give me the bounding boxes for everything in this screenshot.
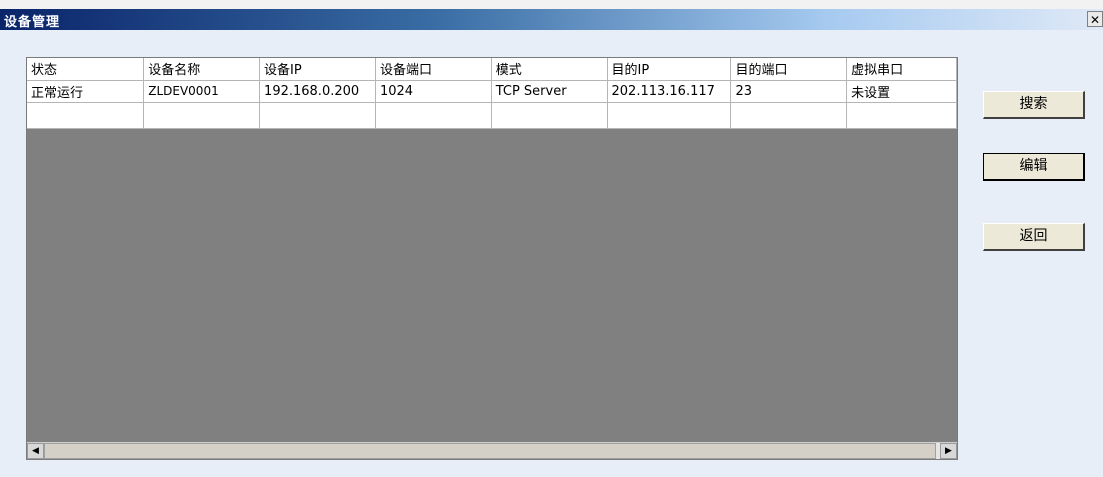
- cell-virtual-serial[interactable]: 未设置: [846, 80, 957, 103]
- column-header-status[interactable]: 状态: [27, 58, 145, 81]
- column-header-dest-port[interactable]: 目的端口: [730, 58, 848, 81]
- device-grid[interactable]: 状态 设备名称 设备IP 设备端口 模式 目的IP 目的端口 虚拟串口 正常运行…: [26, 57, 958, 460]
- scroll-left-icon[interactable]: ◀: [27, 443, 44, 459]
- column-header-dest-ip[interactable]: 目的IP: [607, 58, 732, 81]
- column-header-device-name[interactable]: 设备名称: [143, 58, 261, 81]
- column-header-mode[interactable]: 模式: [491, 58, 608, 81]
- cell-dest-ip[interactable]: [607, 102, 732, 129]
- cell-dest-port[interactable]: 23: [730, 80, 848, 103]
- edit-button[interactable]: 编辑: [983, 153, 1085, 181]
- column-header-virtual-serial[interactable]: 虚拟串口: [846, 58, 957, 81]
- column-header-device-ip[interactable]: 设备IP: [259, 58, 376, 81]
- search-button[interactable]: 搜索: [983, 91, 1085, 119]
- background-window-strip: [0, 0, 1103, 9]
- column-header-device-port[interactable]: 设备端口: [375, 58, 492, 81]
- horizontal-scrollbar[interactable]: ◀ ▶: [27, 442, 957, 459]
- cell-device-name[interactable]: [143, 102, 261, 129]
- table-row[interactable]: 正常运行 ZLDEV0001 192.168.0.200 1024 TCP Se…: [27, 80, 957, 103]
- cell-device-ip[interactable]: 192.168.0.200: [259, 80, 376, 103]
- cell-dest-port[interactable]: [730, 102, 848, 129]
- cell-device-name[interactable]: ZLDEV0001: [143, 80, 261, 103]
- cell-device-port[interactable]: [375, 102, 492, 129]
- title-bar[interactable]: 设备管理 ✕: [0, 9, 1103, 30]
- table-header-row: 状态 设备名称 设备IP 设备端口 模式 目的IP 目的端口 虚拟串口: [27, 58, 957, 81]
- close-icon[interactable]: ✕: [1087, 11, 1103, 27]
- cell-status[interactable]: [27, 102, 145, 129]
- cell-mode[interactable]: [491, 102, 608, 129]
- window-title: 设备管理: [4, 15, 61, 30]
- back-button[interactable]: 返回: [983, 223, 1085, 251]
- cell-status[interactable]: 正常运行: [27, 80, 145, 103]
- cell-dest-ip[interactable]: 202.113.16.117: [607, 80, 732, 103]
- table-row[interactable]: [27, 102, 957, 129]
- cell-mode[interactable]: TCP Server: [491, 80, 608, 103]
- device-table: 状态 设备名称 设备IP 设备端口 模式 目的IP 目的端口 虚拟串口 正常运行…: [27, 58, 957, 129]
- cell-virtual-serial[interactable]: [846, 102, 957, 129]
- cell-device-port[interactable]: 1024: [375, 80, 492, 103]
- scroll-right-icon[interactable]: ▶: [940, 443, 957, 459]
- scroll-thumb[interactable]: [44, 443, 936, 459]
- cell-device-ip[interactable]: [259, 102, 376, 129]
